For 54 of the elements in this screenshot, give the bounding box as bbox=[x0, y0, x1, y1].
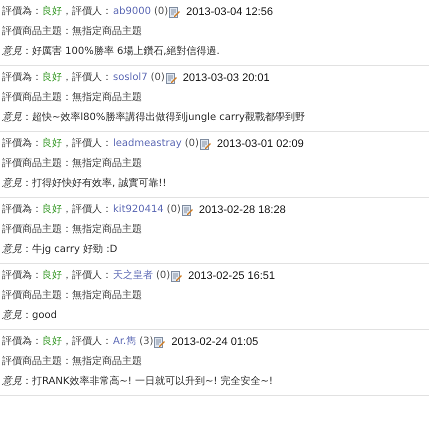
note-pencil-icon[interactable] bbox=[166, 72, 177, 84]
rating-label: 評價為： bbox=[2, 268, 42, 283]
rater-link[interactable]: ab9000 bbox=[113, 3, 151, 21]
review-subject: 評價商品主題：無指定商品主題 bbox=[2, 222, 143, 237]
rater-label: ，評價人： bbox=[62, 334, 112, 349]
rater-link[interactable]: soslol7 bbox=[113, 69, 148, 87]
rating-value: 良好 bbox=[42, 4, 62, 19]
rating-value: 良好 bbox=[42, 334, 62, 349]
note-pencil-icon[interactable] bbox=[154, 336, 166, 348]
rater-label: ，評價人： bbox=[62, 202, 112, 217]
review-comment: 意見：打RANK效率非常高~! 一日就可以升到~! 完全安全~! bbox=[2, 374, 274, 389]
rater-link[interactable]: kit920414 bbox=[113, 201, 164, 219]
rater-label: ，評價人： bbox=[62, 136, 112, 151]
rating-label: 評價為： bbox=[2, 202, 42, 217]
rating-label: 評價為： bbox=[2, 334, 42, 349]
review-subject: 評價商品主題：無指定商品主題 bbox=[2, 288, 143, 303]
rater-score: (0) bbox=[184, 137, 199, 151]
note-pencil-icon[interactable] bbox=[171, 270, 182, 282]
rating-value: 良好 bbox=[42, 268, 62, 283]
rater-label: ，評價人： bbox=[62, 4, 112, 19]
note-pencil-icon[interactable] bbox=[182, 204, 193, 216]
rater-label: ，評價人： bbox=[62, 268, 112, 283]
review-subject: 評價商品主題：無指定商品主題 bbox=[2, 24, 143, 39]
review-comment: 意見：打得好快好有效率, 誠實可靠!! bbox=[2, 176, 168, 191]
rater-score: (0) bbox=[154, 5, 168, 19]
rating-value: 良好 bbox=[42, 70, 62, 85]
note-pencil-icon[interactable] bbox=[169, 6, 180, 18]
rater-link[interactable]: 天之皇者 bbox=[113, 267, 153, 285]
rater-link[interactable]: Ar.雋 bbox=[113, 333, 136, 351]
rater-score: (0) bbox=[156, 269, 170, 283]
rater-link[interactable]: leadmeastray bbox=[113, 135, 182, 153]
review-date: 2013-03-04 12:56 bbox=[186, 5, 273, 20]
review-date: 2013-02-24 01:05 bbox=[171, 335, 258, 350]
review-subject: 評價商品主題：無指定商品主題 bbox=[2, 156, 143, 171]
rating-label: 評價為： bbox=[2, 4, 42, 19]
review-comment: 意見：牛jg carry 好勁 :D bbox=[2, 242, 118, 257]
rater-score: (3) bbox=[139, 335, 154, 349]
review-date: 2013-02-25 16:51 bbox=[188, 269, 276, 284]
review-subject: 評價商品主題：無指定商品主題 bbox=[2, 354, 143, 369]
review-date: 2013-02-28 18:28 bbox=[198, 203, 286, 218]
rater-score: (0) bbox=[166, 203, 181, 217]
review-comment: 意見：好厲害 100%勝率 6場上鑽石,絕對信得過. bbox=[2, 44, 221, 59]
rater-label: ，評價人： bbox=[62, 70, 112, 85]
rating-label: 評價為： bbox=[2, 70, 42, 85]
review-comment: 意見：超快~效率l80%勝率講得出做得到jungle carry觀戰都學到野 bbox=[2, 110, 306, 125]
note-pencil-icon[interactable] bbox=[200, 138, 211, 150]
review-date: 2013-03-03 20:01 bbox=[182, 71, 270, 86]
rater-score: (0) bbox=[150, 71, 165, 85]
review-date: 2013-03-01 02:09 bbox=[216, 137, 304, 152]
review-subject: 評價商品主題：無指定商品主題 bbox=[2, 90, 143, 105]
rating-value: 良好 bbox=[42, 136, 62, 151]
review-comment: 意見：good bbox=[2, 308, 58, 323]
rating-value: 良好 bbox=[42, 202, 62, 217]
rating-label: 評價為： bbox=[2, 136, 42, 151]
